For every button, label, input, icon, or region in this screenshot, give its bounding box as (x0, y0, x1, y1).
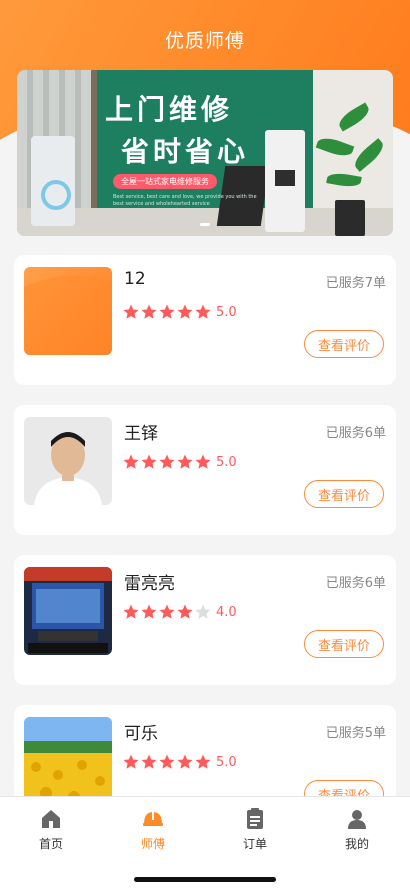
star-filled-icon (159, 454, 175, 469)
worker-avatar (24, 567, 112, 655)
rating-stars: 4.0 (122, 603, 237, 621)
order-list-icon (247, 808, 263, 829)
promo-banner[interactable]: 上门维修 省时省心 全屋一站式家电维修服务 Best service, best… (17, 70, 393, 236)
rating-score: 5.0 (216, 454, 237, 470)
rating-stars: 5.0 (122, 303, 237, 321)
star-empty-icon (195, 604, 211, 619)
user-icon (348, 810, 366, 829)
star-filled-icon (123, 604, 139, 619)
rating-score: 5.0 (216, 304, 237, 320)
banner-headline-1: 上门维修 (105, 93, 234, 126)
worker-name: 王铎 (124, 424, 158, 444)
worker-avatar (24, 717, 112, 805)
view-reviews-button[interactable]: 查看评价 (304, 480, 384, 508)
view-reviews-button[interactable]: 查看评价 (304, 330, 384, 358)
worker-card[interactable]: 12 已服务7单 5.0 查看评价 (14, 255, 396, 385)
air-purifier-image (31, 136, 75, 226)
tab-label: 首页 (38, 837, 63, 851)
star-filled-icon (123, 754, 139, 769)
page-title: 优质师傅 (164, 30, 245, 52)
worker-avatar (24, 417, 112, 505)
star-filled-icon (177, 304, 193, 319)
tab-profile[interactable]: 我的 (306, 807, 408, 852)
plant-pot-image (335, 200, 365, 236)
star-filled-icon (141, 454, 157, 469)
star-filled-icon (159, 604, 175, 619)
worker-name: 雷亮亮 (124, 574, 175, 594)
star-filled-icon (177, 754, 193, 769)
star-filled-icon (123, 304, 139, 319)
tab-label: 订单 (242, 837, 267, 851)
star-filled-icon (141, 754, 157, 769)
served-count: 已服务5单 (325, 726, 386, 741)
home-indicator (134, 877, 276, 882)
worker-name: 可乐 (124, 724, 158, 744)
tab-home[interactable]: 首页 (0, 807, 102, 852)
rating-stars: 5.0 (122, 753, 237, 771)
star-filled-icon (195, 454, 211, 469)
banner-tagline: 全屋一站式家电维修服务 (113, 174, 217, 189)
tab-label: 师傅 (140, 837, 165, 851)
star-filled-icon (195, 754, 211, 769)
rating-score: 5.0 (216, 754, 237, 770)
served-count: 已服务6单 (325, 576, 386, 591)
star-filled-icon (195, 304, 211, 319)
banner-headline-2: 省时省心 (121, 135, 250, 168)
worker-card[interactable]: 雷亮亮 已服务6单 4.0 查看评价 (14, 555, 396, 685)
worker-helmet-icon (143, 812, 163, 826)
worker-name: 12 (124, 269, 146, 289)
home-icon (42, 810, 60, 828)
carousel-indicator (200, 223, 210, 226)
rating-stars: 5.0 (122, 453, 237, 471)
served-count: 已服务6单 (325, 426, 386, 441)
served-count: 已服务7单 (325, 276, 386, 291)
worker-card[interactable]: 王铎 已服务6单 5.0 查看评价 (14, 405, 396, 535)
water-heater-image (265, 130, 305, 232)
star-filled-icon (177, 604, 193, 619)
view-reviews-button[interactable]: 查看评价 (304, 630, 384, 658)
tab-orders[interactable]: 订单 (204, 807, 306, 852)
star-filled-icon (159, 304, 175, 319)
tab-workers[interactable]: 师傅 (102, 807, 204, 852)
rating-score: 4.0 (216, 604, 237, 620)
worker-avatar (24, 267, 112, 355)
star-filled-icon (141, 304, 157, 319)
star-filled-icon (177, 454, 193, 469)
star-filled-icon (159, 754, 175, 769)
star-filled-icon (141, 604, 157, 619)
star-filled-icon (123, 454, 139, 469)
tab-label: 我的 (344, 837, 369, 851)
banner-small-text: Best service, best care and love, we pro… (113, 194, 257, 207)
